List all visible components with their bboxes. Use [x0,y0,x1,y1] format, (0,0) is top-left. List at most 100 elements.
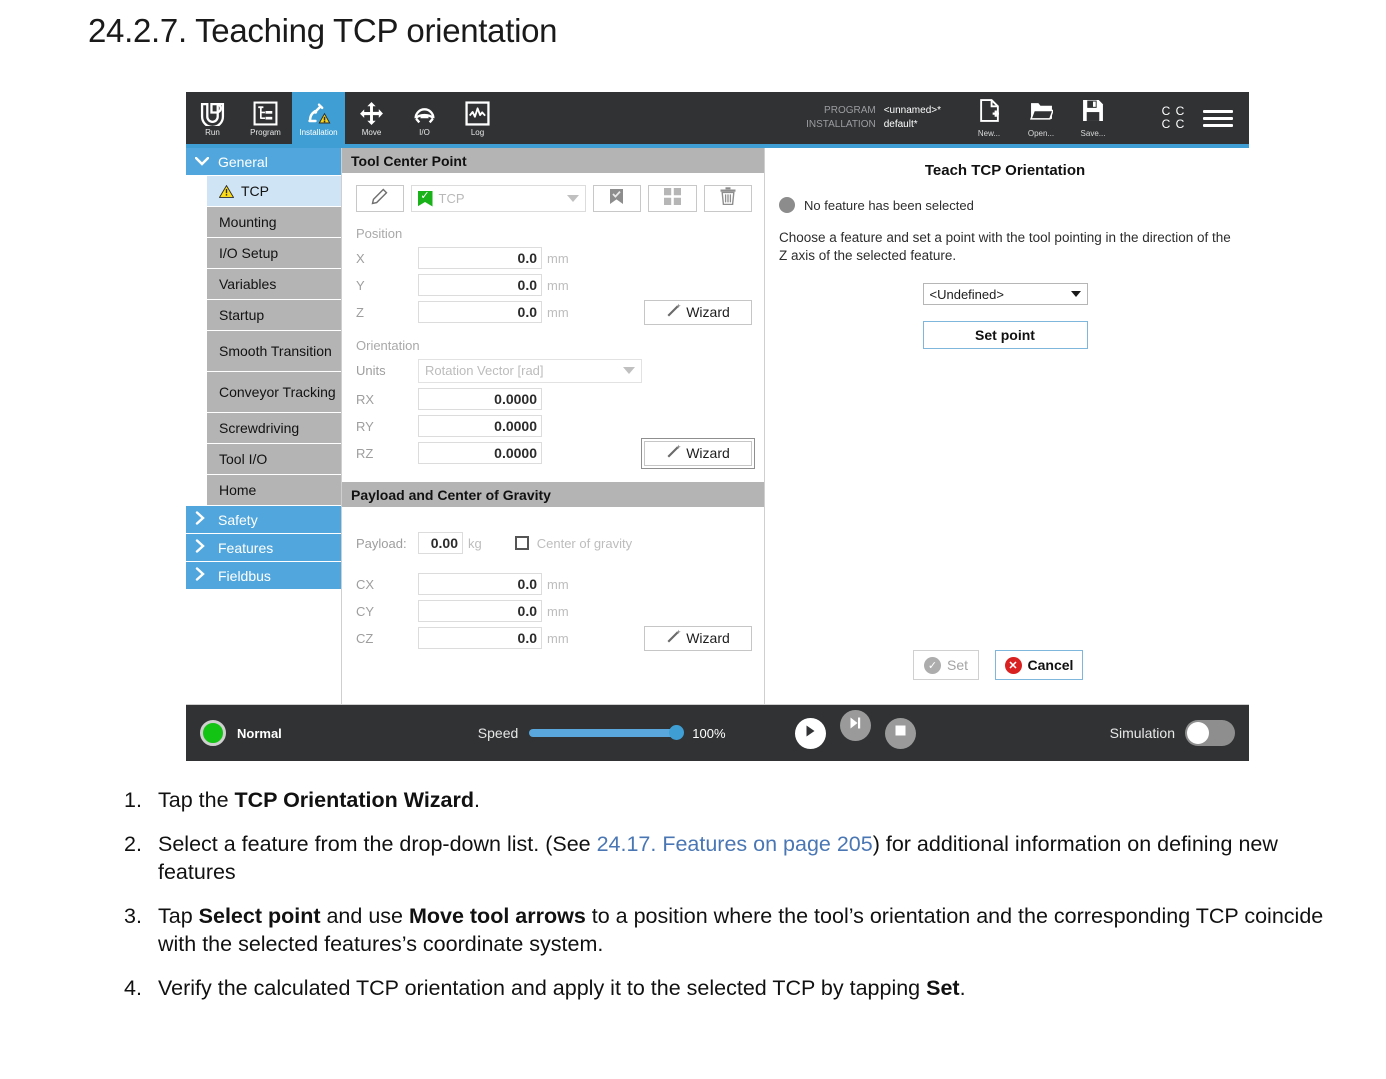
chevron-down-icon [1070,291,1081,297]
chevron-down-icon [566,195,579,202]
step-number: 3. [124,904,142,928]
set-button[interactable]: ✓ Set [913,650,979,680]
speed-slider-knob[interactable] [669,725,685,740]
safety-checksum-indicator: C C C C [1159,105,1187,131]
tool-center-point-header: Tool Center Point [342,148,764,173]
payload-label: Payload: [356,535,407,551]
toolbar-tab-io[interactable]: I/O [398,92,451,144]
add-grid-icon [663,187,681,210]
toolbar-tab-run[interactable]: Run [186,92,239,144]
simulation-toggle[interactable] [1185,720,1235,746]
position-y-label: Y [356,277,365,293]
sidebar-group-features[interactable]: Features [186,534,341,562]
position-x-row: X 0.0 mm [356,246,752,270]
chevron-down-icon [623,367,635,374]
center-of-gravity-label: Center of gravity [536,535,633,551]
sidebar-item-tcp-label: TCP [241,183,269,199]
toolbar-tab-program[interactable]: Program [239,92,292,144]
installation-row: INSTALLATION default* [792,118,918,132]
sidebar-item-startup[interactable]: Startup [207,300,341,331]
orientation-rz-label: RZ [356,445,374,461]
list-item: 2. Select a feature from the drop-down l… [124,830,1324,886]
feature-dropdown[interactable]: <Undefined> [922,283,1088,305]
position-x-input[interactable]: 0.0 [418,247,542,269]
error-circle-icon: ✕ [1004,656,1022,674]
new-file-button[interactable]: New... [963,98,1015,138]
robot-teach-pendant-screenshot: Run Program Installation Move I/O Log PR… [186,92,1249,761]
tcp-dropdown[interactable]: ✓ TCP [410,185,586,212]
open-file-button[interactable]: Open... [1015,99,1067,138]
sidebar-item-conveyor-tracking[interactable]: Conveyor Tracking [207,372,341,413]
add-tcp-button[interactable] [648,185,697,212]
position-y-row: Y 0.0 mm [356,273,752,297]
step-number: 2. [124,832,142,856]
position-z-input[interactable]: 0.0 [418,301,542,323]
play-button[interactable] [794,717,826,749]
orientation-units-dropdown[interactable]: Rotation Vector [rad] [418,358,642,383]
position-x-unit: mm [547,250,569,266]
program-tree-icon [253,100,278,127]
orientation-wizard-label: Wizard [686,445,730,461]
orientation-rz-input[interactable]: 0.0000 [418,442,542,464]
save-file-button[interactable]: Save... [1067,99,1119,138]
open-folder-icon [1029,99,1054,127]
sidebar-item-smooth-transition[interactable]: Smooth Transition [207,331,341,372]
position-wizard-label: Wizard [686,304,730,320]
sidebar-item-screwdriving[interactable]: Screwdriving [207,413,341,444]
wand-icon [666,303,682,321]
delete-tcp-button[interactable] [703,185,753,212]
toolbar-tab-installation[interactable]: Installation [292,92,345,144]
toolbar-tab-io-label: I/O [419,127,430,137]
program-value: <unnamed>* [883,105,941,116]
toolbar-tab-log[interactable]: Log [451,92,504,144]
sidebar-group-safety[interactable]: Safety [186,506,341,534]
step-icon [848,716,862,735]
position-wizard-button[interactable]: Wizard [644,299,752,325]
feature-status-text: No feature has been selected [804,197,974,213]
orientation-ry-input[interactable]: 0.0000 [418,415,542,437]
sidebar-item-tool-io[interactable]: Tool I/O [207,444,341,475]
installation-value: default* [883,119,918,130]
set-point-button[interactable]: Set point [922,321,1088,349]
cog-cz-row: CZ 0.0 mm Wizard [356,625,752,651]
orientation-wizard-button[interactable]: Wizard [641,437,755,469]
step-button[interactable] [839,709,871,741]
sidebar-group-fieldbus-label: Fieldbus [218,567,271,584]
center-of-gravity-checkbox[interactable] [514,536,529,550]
sidebar-item-mounting[interactable]: Mounting [207,207,341,238]
cog-cx-input[interactable]: 0.0 [418,573,542,595]
hamburger-menu-icon[interactable] [1203,109,1233,127]
cog-cy-input[interactable]: 0.0 [418,600,542,622]
stop-button[interactable] [884,717,916,749]
cancel-button-label: Cancel [1027,657,1074,673]
sidebar-group-features-label: Features [218,539,274,556]
sidebar-group-safety-label: Safety [218,511,258,528]
tcp-configuration-panel: Tool Center Point ✓ TCP Position X 0.0 m… [342,148,765,704]
orientation-group-label: Orientation [356,338,420,353]
toolbar-tab-move[interactable]: Move [345,92,398,144]
sidebar-item-home[interactable]: Home [207,475,341,506]
sidebar-group-fieldbus[interactable]: Fieldbus [186,562,341,590]
speed-slider[interactable] [529,725,685,740]
center-of-gravity-checkbox-wrap[interactable]: Center of gravity [514,535,633,551]
position-y-input[interactable]: 0.0 [418,274,542,296]
sidebar-group-general[interactable]: General [186,148,341,176]
sidebar-item-variables[interactable]: Variables [207,269,341,300]
sidebar-item-io-setup[interactable]: I/O Setup [207,238,341,269]
step-text: Select a feature from the drop-down list… [158,832,1278,884]
set-default-tcp-button[interactable] [592,185,642,212]
edit-tcp-button[interactable] [356,185,404,212]
toolbar-tab-move-label: Move [361,127,382,137]
cog-cz-input[interactable]: 0.0 [418,627,542,649]
sidebar-general-items: TCP Mounting I/O Setup Variables Startup… [186,176,341,506]
cancel-button[interactable]: ✕ Cancel [995,650,1083,680]
sidebar-item-conveyor-tracking-label: Conveyor Tracking [219,384,336,400]
cog-wizard-button[interactable]: Wizard [644,625,752,651]
cog-cx-unit: mm [547,576,569,592]
step-number: 4. [124,976,142,1000]
payload-input[interactable]: 0.00 [418,532,463,554]
orientation-rx-input[interactable]: 0.0000 [418,388,542,410]
sidebar-item-tcp[interactable]: TCP [207,176,341,207]
position-z-label: Z [356,304,364,320]
position-group-label: Position [356,226,403,241]
